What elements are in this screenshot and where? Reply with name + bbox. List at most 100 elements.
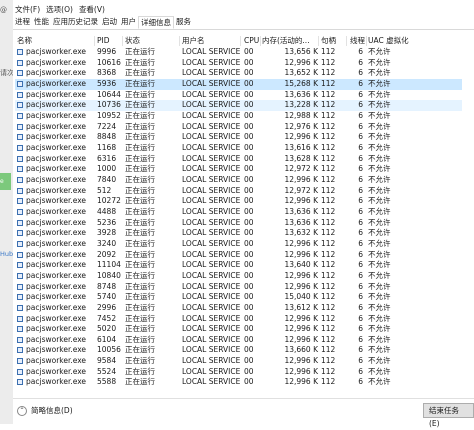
table-row[interactable]: pacjsworker.exe 10056 正在运行 LOCAL SERVICE 00 1… [15, 345, 462, 356]
tab-app-history[interactable]: 应用历史记录 [51, 16, 100, 29]
cell-uac: 不允许 [368, 249, 391, 259]
table-row[interactable]: pacjsworker.exe 8848 正在运行 LOCAL SERVICE 00 12… [15, 132, 462, 143]
column-header-uac[interactable]: UAC 虚拟化 [368, 36, 409, 46]
cell-name: pacjsworker.exe [26, 281, 87, 291]
tab-services[interactable]: 服务 [174, 16, 193, 29]
fewer-details-link[interactable]: ⌃ 简略信息(D) [17, 405, 73, 416]
table-row[interactable]: pacjsworker.exe 9584 正在运行 LOCAL SERVICE 00 12… [15, 356, 462, 367]
column-header-pid[interactable]: PID [97, 36, 110, 46]
table-row[interactable]: pacjsworker.exe 5588 正在运行 LOCAL SERVICE 00 12… [15, 377, 462, 388]
cell-handles: 112 [321, 217, 336, 227]
cell-handles: 112 [321, 57, 336, 67]
cell-threads: 6 [358, 100, 363, 110]
table-row[interactable]: pacjsworker.exe 5936 正在运行 LOCAL SERVICE 00 15… [15, 78, 462, 90]
cell-status: 正在运行 [125, 78, 155, 88]
table-row[interactable]: pacjsworker.exe 7452 正在运行 LOCAL SERVICE 00 12… [15, 314, 462, 325]
cell-mem: 13,660 K [284, 345, 318, 355]
table-row[interactable]: pacjsworker.exe 7840 正在运行 LOCAL SERVICE 00 12… [15, 175, 462, 186]
cell-user: LOCAL SERVICE [182, 366, 241, 376]
table-row[interactable]: pacjsworker.exe 5740 正在运行 LOCAL SERVICE 00 15… [15, 292, 462, 303]
cell-pid: 7840 [97, 174, 117, 184]
cell-handles: 112 [321, 174, 336, 184]
menu-view[interactable]: 查看(V) [77, 3, 109, 16]
cell-uac: 不允许 [368, 142, 391, 152]
cell-user: LOCAL SERVICE [182, 121, 241, 131]
table-row[interactable]: pacjsworker.exe 6316 正在运行 LOCAL SERVICE 00 13… [15, 154, 462, 165]
column-header-username[interactable]: 用户名 [182, 36, 205, 46]
table-row[interactable]: pacjsworker.exe 10840 正在运行 LOCAL SERVICE 00 1… [15, 271, 462, 282]
table-row[interactable]: pacjsworker.exe 10952 正在运行 LOCAL SERVICE 00 1… [15, 111, 462, 122]
cell-cpu: 00 [244, 249, 254, 259]
cell-mem: 12,996 K [284, 377, 318, 387]
process-icon [17, 70, 23, 77]
cell-status: 正在运行 [125, 57, 155, 67]
table-row[interactable]: pacjsworker.exe 8368 正在运行 LOCAL SERVICE 00 13… [15, 68, 462, 79]
column-header-status[interactable]: 状态 [125, 36, 140, 46]
table-row[interactable]: pacjsworker.exe 6104 正在运行 LOCAL SERVICE 00 12… [15, 335, 462, 346]
cell-mem: 12,996 K [284, 324, 318, 334]
tab-processes[interactable]: 进程 [13, 16, 32, 29]
cell-cpu: 00 [244, 377, 254, 387]
end-task-button[interactable]: 结束任务(E) [423, 403, 474, 428]
cell-handles: 112 [321, 110, 336, 120]
cell-mem: 13,612 K [284, 302, 318, 312]
table-row[interactable]: pacjsworker.exe 8748 正在运行 LOCAL SERVICE 00 12… [15, 282, 462, 293]
table-row[interactable]: pacjsworker.exe 512 正在运行 LOCAL SERVICE 00 12,… [15, 186, 462, 197]
menu-options[interactable]: 选项(O) [44, 3, 77, 16]
cell-user: LOCAL SERVICE [182, 153, 241, 163]
table-row[interactable]: pacjsworker.exe 3240 正在运行 LOCAL SERVICE 00 12… [15, 239, 462, 250]
table-row[interactable]: pacjsworker.exe 4488 正在运行 LOCAL SERVICE 00 13… [15, 207, 462, 218]
table-row[interactable]: pacjsworker.exe 1168 正在运行 LOCAL SERVICE 00 13… [15, 143, 462, 154]
cell-mem: 12,976 K [284, 121, 318, 131]
chevron-up-icon: ⌃ [17, 405, 27, 416]
tab-performance[interactable]: 性能 [32, 16, 51, 29]
cell-uac: 不允许 [368, 57, 391, 67]
cell-cpu: 00 [244, 153, 254, 163]
column-header-cpu[interactable]: CPU [244, 36, 259, 46]
background-green-button: e [0, 173, 11, 190]
cell-threads: 6 [358, 142, 363, 152]
table-row[interactable]: pacjsworker.exe 5236 正在运行 LOCAL SERVICE 00 13… [15, 218, 462, 229]
table-row[interactable]: pacjsworker.exe 11104 正在运行 LOCAL SERVICE 00 1… [15, 260, 462, 271]
cell-status: 正在运行 [125, 196, 155, 206]
column-header-name[interactable]: 名称 [17, 36, 32, 46]
cell-name: pacjsworker.exe [26, 377, 87, 387]
table-row[interactable]: pacjsworker.exe 9996 正在运行 LOCAL SERVICE 00 13… [15, 47, 462, 58]
table-row[interactable]: pacjsworker.exe 2996 正在运行 LOCAL SERVICE 00 13… [15, 303, 462, 314]
table-row[interactable]: pacjsworker.exe 10644 正在运行 LOCAL SERVICE 00 1… [15, 90, 462, 101]
cell-name: pacjsworker.exe [26, 217, 87, 227]
table-row[interactable]: pacjsworker.exe 10616 正在运行 LOCAL SERVICE 00 1… [15, 58, 462, 69]
process-icon [17, 49, 23, 55]
table-row[interactable]: pacjsworker.exe 7224 正在运行 LOCAL SERVICE 00 12… [15, 122, 462, 133]
tab-startup[interactable]: 启动 [100, 16, 119, 29]
cell-name: pacjsworker.exe [26, 366, 87, 376]
cell-name: pacjsworker.exe [26, 89, 87, 99]
table-row[interactable]: pacjsworker.exe 1000 正在运行 LOCAL SERVICE 00 12… [15, 164, 462, 175]
table-row[interactable]: pacjsworker.exe 2092 正在运行 LOCAL SERVICE 00 12… [15, 250, 462, 261]
column-header-handles[interactable]: 句柄 [321, 36, 336, 46]
cell-pid: 2996 [97, 302, 117, 312]
table-row[interactable]: pacjsworker.exe 10736 正在运行 LOCAL SERVICE 00 1… [15, 100, 462, 111]
menu-file[interactable]: 文件(F) [13, 3, 44, 16]
cell-handles: 112 [321, 78, 336, 88]
cell-mem: 15,040 K [284, 292, 318, 302]
cell-user: LOCAL SERVICE [182, 174, 241, 184]
cell-cpu: 00 [244, 206, 254, 216]
cell-user: LOCAL SERVICE [182, 238, 241, 248]
cell-cpu: 00 [244, 281, 254, 291]
cell-threads: 6 [358, 185, 363, 195]
cell-mem: 12,988 K [284, 110, 318, 120]
cell-name: pacjsworker.exe [26, 78, 87, 88]
table-row[interactable]: pacjsworker.exe 3928 正在运行 LOCAL SERVICE 00 13… [15, 228, 462, 239]
tab-details[interactable]: 详细信息 [138, 16, 174, 29]
process-icon [17, 368, 23, 375]
tab-users[interactable]: 用户 [119, 16, 138, 29]
cell-threads: 6 [358, 249, 363, 259]
table-row[interactable]: pacjsworker.exe 5020 正在运行 LOCAL SERVICE 00 12… [15, 324, 462, 335]
column-header-threads[interactable]: 线程 [350, 36, 365, 46]
table-row[interactable]: pacjsworker.exe 5524 正在运行 LOCAL SERVICE 00 12… [15, 367, 462, 378]
cell-status: 正在运行 [125, 281, 155, 291]
cell-threads: 6 [358, 270, 363, 280]
table-row[interactable]: pacjsworker.exe 10272 正在运行 LOCAL SERVICE 00 1… [15, 196, 462, 207]
column-header-memory[interactable]: 内存(活动的... [262, 36, 310, 46]
